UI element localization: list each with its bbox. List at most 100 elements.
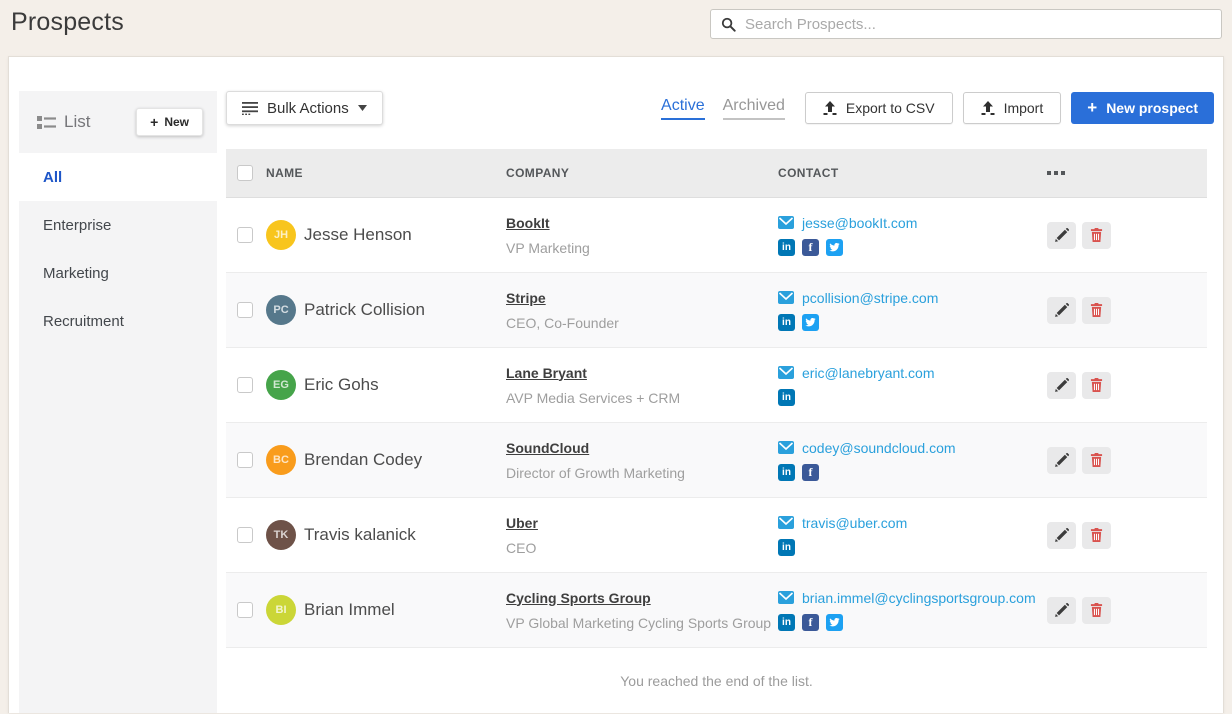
table-row: BC Brendan Codey SoundCloud Director of … [226, 423, 1207, 498]
import-button[interactable]: Import [963, 92, 1062, 124]
email-icon [778, 591, 794, 604]
table-row: TK Travis kalanick Uber CEO travis@uber.… [226, 498, 1207, 573]
linkedin-icon[interactable]: in [778, 539, 795, 556]
linkedin-icon[interactable]: in [778, 239, 795, 256]
email-link[interactable]: pcollision@stripe.com [778, 290, 1047, 306]
export-csv-button[interactable]: Export to CSV [805, 92, 953, 124]
search-box[interactable] [710, 9, 1222, 39]
row-actions [1047, 297, 1207, 324]
facebook-icon[interactable]: f [802, 464, 819, 481]
tabs: Active Archived [661, 97, 785, 120]
name-cell: PC Patrick Collision [266, 295, 506, 325]
search-input[interactable] [745, 16, 1211, 33]
new-prospect-button[interactable]: + New prospect [1071, 92, 1214, 124]
sidebar: List + New All Enterprise Marketing Recr… [19, 91, 217, 713]
sidebar-item-marketing[interactable]: Marketing [19, 249, 217, 297]
job-title: CEO, Co-Founder [506, 315, 778, 331]
edit-pencil-icon [1055, 603, 1069, 617]
company-link[interactable]: Cycling Sports Group [506, 590, 651, 606]
company-link[interactable]: Lane Bryant [506, 365, 587, 381]
email-link[interactable]: eric@lanebryant.com [778, 365, 1047, 381]
tab-archived[interactable]: Archived [723, 97, 785, 120]
column-header-name: NAME [266, 166, 506, 180]
row-checkbox[interactable] [237, 302, 253, 318]
prospects-table: NAME COMPANY CONTACT JH Jesse Henson Boo… [226, 149, 1207, 714]
contact-cell: travis@uber.com in [778, 515, 1047, 556]
company-cell: Stripe CEO, Co-Founder [506, 290, 778, 331]
tab-active[interactable]: Active [661, 97, 705, 120]
name-cell: BI Brian Immel [266, 595, 506, 625]
delete-button[interactable] [1082, 447, 1111, 474]
row-actions [1047, 447, 1207, 474]
prospect-name: Brendan Codey [304, 450, 422, 470]
row-checkbox[interactable] [237, 227, 253, 243]
trash-icon [1090, 378, 1103, 392]
sidebar-item-recruitment[interactable]: Recruitment [19, 297, 217, 345]
row-checkbox[interactable] [237, 602, 253, 618]
linkedin-icon[interactable]: in [778, 614, 795, 631]
email-link[interactable]: brian.immel@cyclingsportsgroup.com [778, 590, 1047, 606]
row-checkbox[interactable] [237, 452, 253, 468]
contact-cell: codey@soundcloud.com inf [778, 440, 1047, 481]
name-cell: BC Brendan Codey [266, 445, 506, 475]
email-link[interactable]: jesse@bookIt.com [778, 215, 1047, 231]
plus-icon: + [150, 117, 158, 127]
twitter-icon[interactable] [802, 314, 819, 331]
company-link[interactable]: SoundCloud [506, 440, 589, 456]
social-links: inf [778, 239, 1047, 256]
edit-button[interactable] [1047, 447, 1076, 474]
select-all-checkbox[interactable] [237, 165, 253, 181]
linkedin-icon[interactable]: in [778, 464, 795, 481]
search-icon [721, 17, 736, 32]
row-actions [1047, 372, 1207, 399]
linkedin-icon[interactable]: in [778, 389, 795, 406]
contact-cell: pcollision@stripe.com in [778, 290, 1047, 331]
edit-button[interactable] [1047, 522, 1076, 549]
end-of-list-message: You reached the end of the list. [226, 648, 1207, 714]
new-list-button[interactable]: + New [136, 108, 203, 136]
bulk-actions-icon [242, 101, 258, 115]
company-link[interactable]: BookIt [506, 215, 550, 231]
linkedin-icon[interactable]: in [778, 314, 795, 331]
company-link[interactable]: Uber [506, 515, 538, 531]
row-checkbox[interactable] [237, 377, 253, 393]
toolbar-right: ActiveArchived Export to CSV Im [661, 92, 1214, 124]
company-link[interactable]: Stripe [506, 290, 546, 306]
email-link[interactable]: codey@soundcloud.com [778, 440, 1047, 456]
company-cell: BookIt VP Marketing [506, 215, 778, 256]
contact-cell: brian.immel@cyclingsportsgroup.com inf [778, 590, 1047, 631]
bulk-actions-button[interactable]: Bulk Actions [226, 91, 383, 125]
trash-icon [1090, 303, 1103, 317]
edit-pencil-icon [1055, 378, 1069, 392]
page-title: Prospects [11, 8, 124, 37]
edit-button[interactable] [1047, 297, 1076, 324]
edit-button[interactable] [1047, 222, 1076, 249]
trash-icon [1090, 528, 1103, 542]
name-cell: TK Travis kalanick [266, 520, 506, 550]
edit-pencil-icon [1055, 303, 1069, 317]
job-title: VP Marketing [506, 240, 778, 256]
table-row: JH Jesse Henson BookIt VP Marketing jess… [226, 198, 1207, 273]
delete-button[interactable] [1082, 222, 1111, 249]
job-title: Director of Growth Marketing [506, 465, 778, 481]
delete-button[interactable] [1082, 522, 1111, 549]
company-cell: SoundCloud Director of Growth Marketing [506, 440, 778, 481]
edit-button[interactable] [1047, 597, 1076, 624]
delete-button[interactable] [1082, 372, 1111, 399]
email-link[interactable]: travis@uber.com [778, 515, 1047, 531]
column-header-contact: CONTACT [778, 166, 1047, 180]
sidebar-item-enterprise[interactable]: Enterprise [19, 201, 217, 249]
twitter-icon[interactable] [826, 614, 843, 631]
facebook-icon[interactable]: f [802, 239, 819, 256]
edit-pencil-icon [1055, 228, 1069, 242]
twitter-icon[interactable] [826, 239, 843, 256]
row-checkbox[interactable] [237, 527, 253, 543]
delete-button[interactable] [1082, 297, 1111, 324]
list-icon [37, 115, 56, 130]
email-icon [778, 366, 794, 379]
sidebar-item-all[interactable]: All [19, 153, 217, 201]
edit-button[interactable] [1047, 372, 1076, 399]
delete-button[interactable] [1082, 597, 1111, 624]
facebook-icon[interactable]: f [802, 614, 819, 631]
edit-pencil-icon [1055, 528, 1069, 542]
